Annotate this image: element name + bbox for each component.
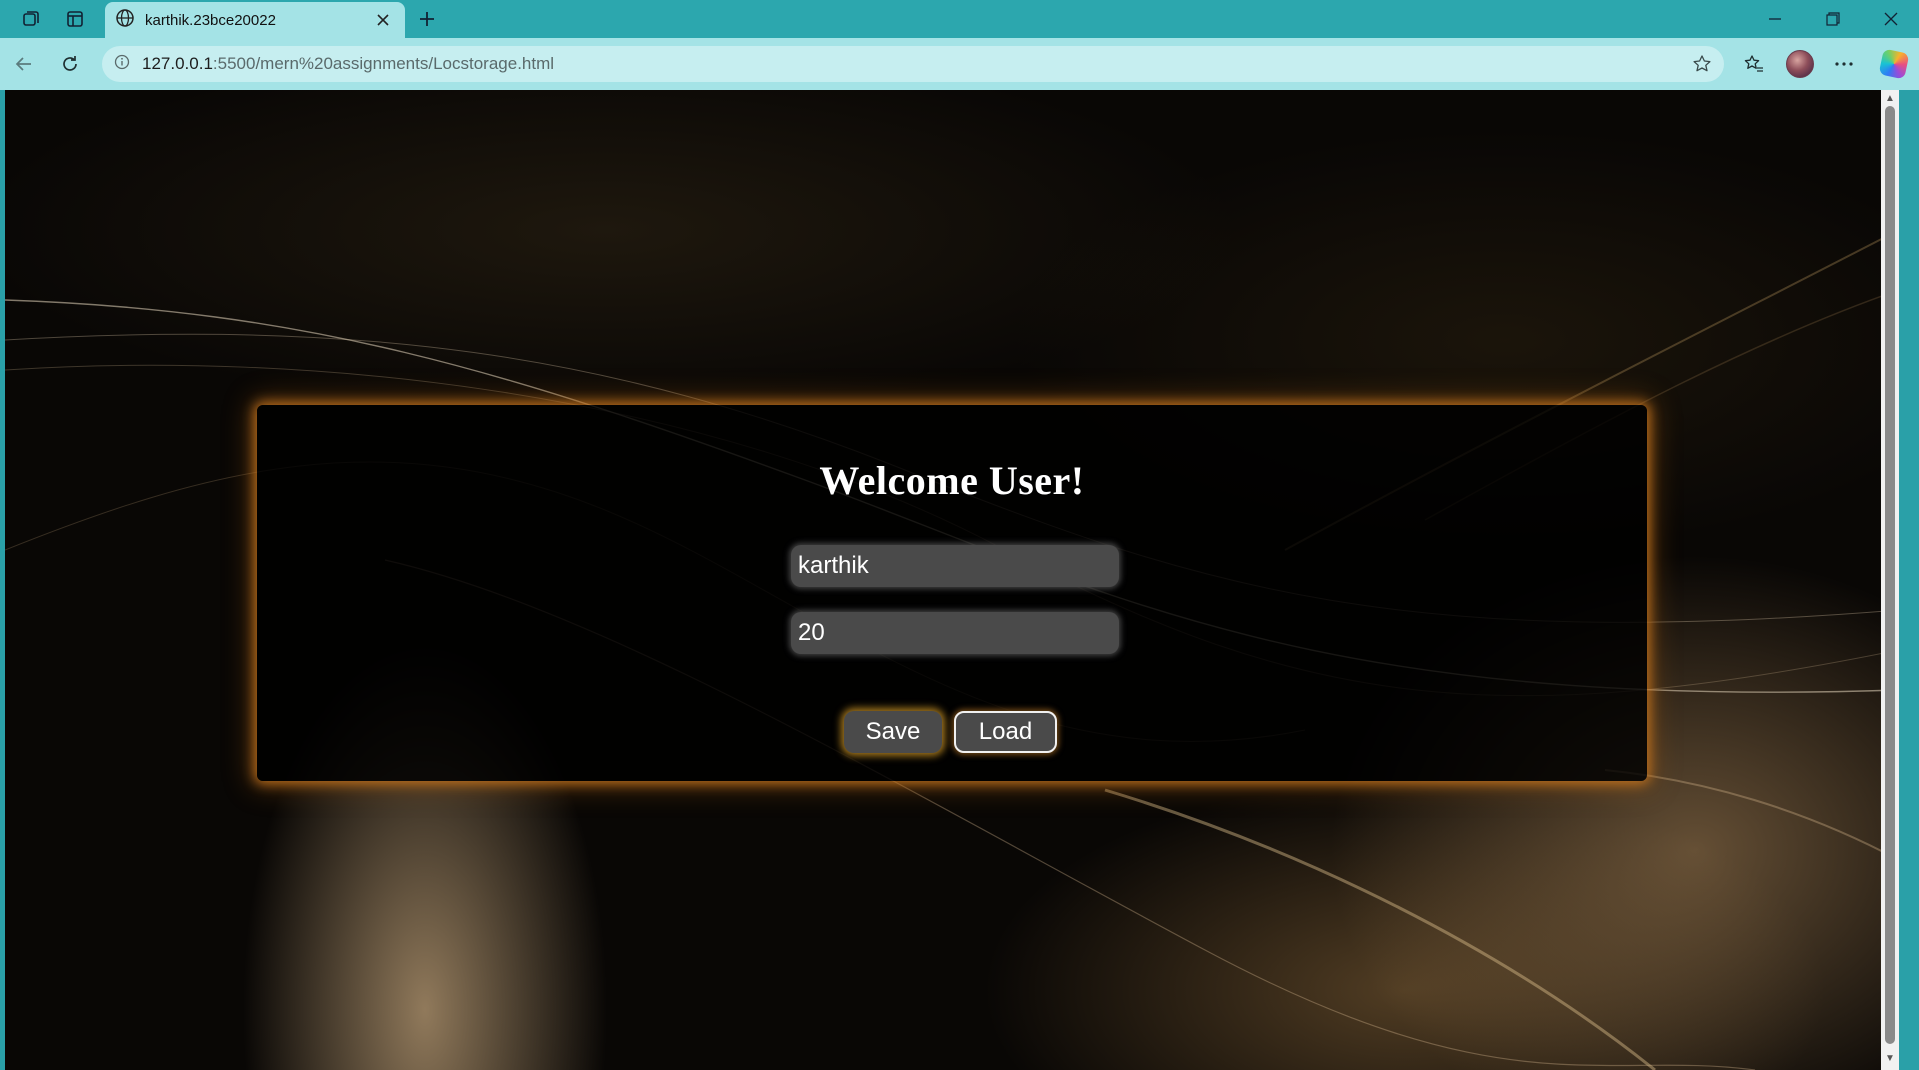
favorite-star-icon[interactable]	[1690, 52, 1714, 76]
url-path: :5500/mern%20assignments/Locstorage.html	[212, 54, 555, 73]
scroll-up-icon[interactable]: ▲	[1885, 94, 1895, 104]
favorites-icon[interactable]	[1736, 46, 1772, 82]
page-viewport: Welcome User! Save Load ▲ ▼	[5, 90, 1899, 1070]
tab-strip: karthik.23bce20022	[0, 0, 1919, 38]
copilot-icon[interactable]	[1876, 46, 1912, 82]
refresh-icon[interactable]	[52, 46, 88, 82]
copilot-logo	[1878, 48, 1910, 80]
more-options-icon[interactable]	[1826, 46, 1862, 82]
page-title: Welcome User!	[819, 458, 1085, 503]
minimize-icon[interactable]	[1746, 0, 1804, 38]
age-input[interactable]	[791, 612, 1119, 654]
tab-title: karthik.23bce20022	[145, 11, 276, 29]
toolbar: 127.0.0.1:5500/mern%20assignments/Locsto…	[0, 38, 1919, 90]
profile-avatar[interactable]	[1782, 46, 1818, 82]
scrollbar-thumb[interactable]	[1885, 106, 1895, 1044]
avatar-image	[1786, 50, 1814, 78]
globe-icon	[115, 8, 135, 33]
new-tab-icon[interactable]	[410, 4, 444, 34]
url-text: 127.0.0.1:5500/mern%20assignments/Locsto…	[142, 54, 554, 74]
welcome-card: Welcome User! Save Load	[257, 405, 1647, 781]
load-button[interactable]: Load	[954, 711, 1057, 753]
close-tab-icon[interactable]	[371, 8, 395, 32]
url-host: 127.0.0.1	[142, 54, 213, 73]
back-arrow-icon[interactable]	[6, 46, 42, 82]
workspaces-icon[interactable]	[14, 4, 48, 34]
tab-active[interactable]: karthik.23bce20022	[105, 2, 405, 38]
save-button[interactable]: Save	[844, 711, 942, 753]
close-window-icon[interactable]	[1862, 0, 1919, 38]
tab-actions-icon[interactable]	[58, 4, 92, 34]
restore-icon[interactable]	[1804, 0, 1862, 38]
browser-window: karthik.23bce20022 127.0.0.1:5500/mern%2…	[0, 0, 1919, 1070]
scroll-down-icon[interactable]: ▼	[1885, 1054, 1895, 1064]
name-input[interactable]	[791, 545, 1119, 587]
site-info-icon[interactable]	[114, 54, 130, 75]
address-bar[interactable]: 127.0.0.1:5500/mern%20assignments/Locsto…	[102, 46, 1724, 82]
vertical-scrollbar[interactable]: ▲ ▼	[1881, 90, 1899, 1070]
